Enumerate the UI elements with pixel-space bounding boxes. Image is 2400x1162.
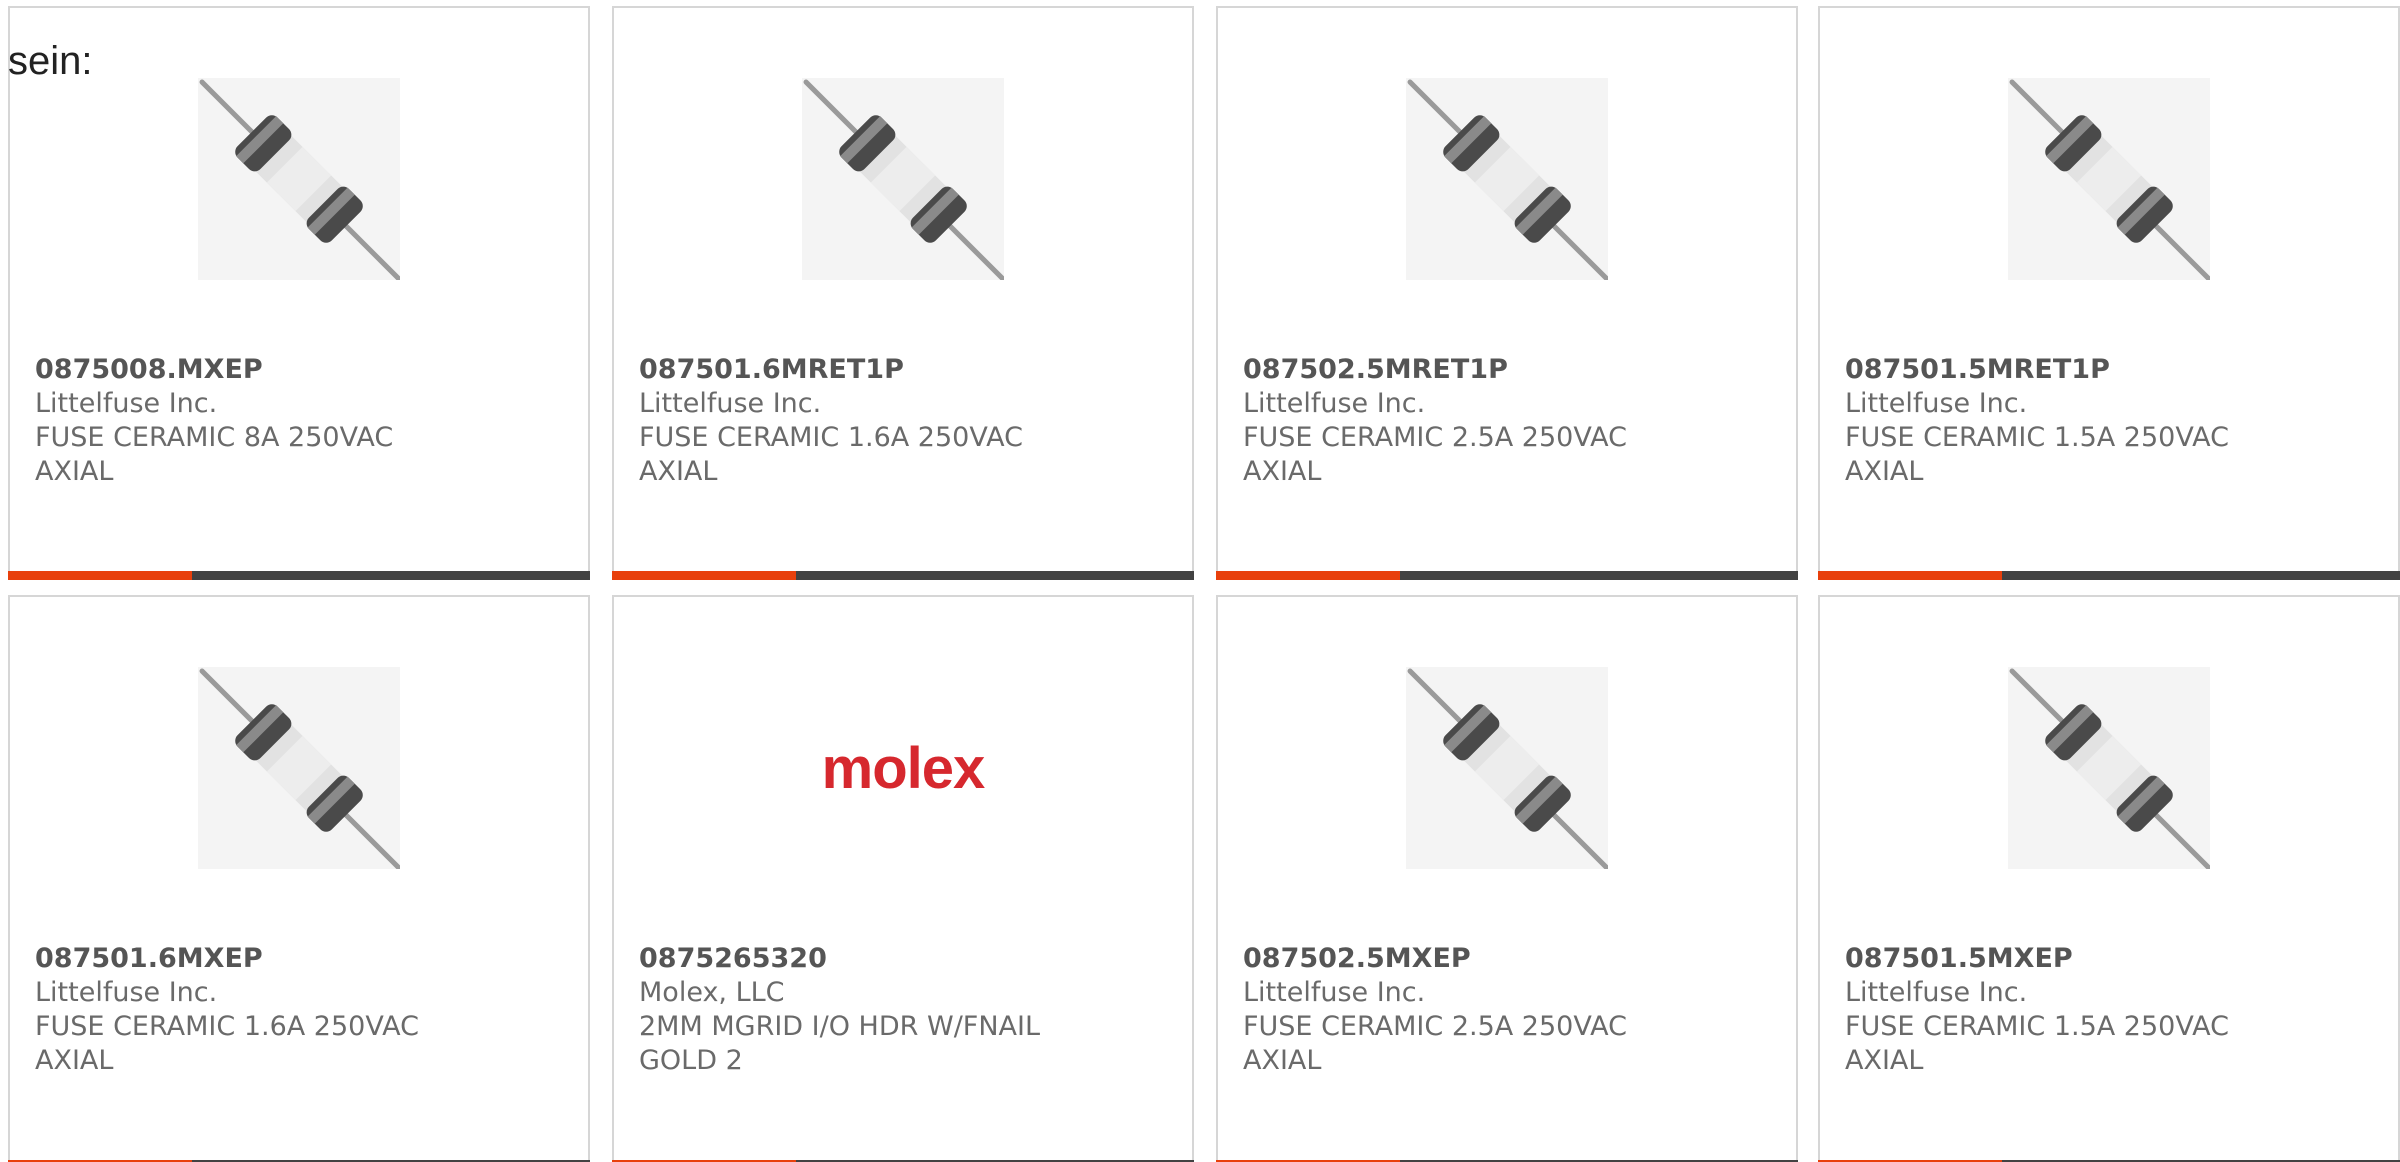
product-image[interactable] [2008,78,2210,280]
product-image[interactable] [1406,78,1608,280]
part-number-link[interactable]: 0875008.MXEP [35,353,455,387]
part-number-link[interactable]: 087502.5MXEP [1243,942,1663,976]
product-card[interactable]: 087502.5MRET1P Littelfuse Inc. FUSE CERA… [1216,6,1798,580]
fuse-icon [802,78,1004,280]
product-card[interactable]: 0875008.MXEP Littelfuse Inc. FUSE CERAMI… [8,6,590,580]
part-number-link[interactable]: 0875265320 [639,942,1059,976]
manufacturer-name: Littelfuse Inc. [1845,977,2028,1008]
product-image[interactable]: molex [802,667,1004,869]
product-image[interactable] [802,78,1004,280]
card-bar-accent [8,571,192,580]
card-bar [1216,571,1798,580]
product-image[interactable] [2008,667,2210,869]
part-number-link[interactable]: 087501.5MRET1P [1845,353,2265,387]
molex-logo: molex [821,735,986,801]
product-image[interactable] [198,78,400,280]
product-description: FUSE CERAMIC 1.6A 250VAC AXIAL [639,422,1023,487]
product-description: FUSE CERAMIC 2.5A 250VAC AXIAL [1243,1011,1627,1076]
product-card[interactable]: 087501.5MXEP Littelfuse Inc. FUSE CERAMI… [1818,595,2400,1162]
part-number-link[interactable]: 087501.5MXEP [1845,942,2265,976]
manufacturer-name: Littelfuse Inc. [35,388,218,419]
manufacturer-name: Littelfuse Inc. [35,977,218,1008]
part-number-link[interactable]: 087501.6MXEP [35,942,455,976]
product-card[interactable]: molex 0875265320 Molex, LLC 2MM MGRID I/… [612,595,1194,1162]
product-image[interactable] [1406,667,1608,869]
fuse-icon [198,667,400,869]
product-description: 2MM MGRID I/O HDR W/FNAIL GOLD 2 [639,1011,1040,1076]
intro-text: sein: [8,39,93,83]
fuse-icon [2008,667,2210,869]
product-card[interactable]: 087501.6MXEP Littelfuse Inc. FUSE CERAMI… [8,595,590,1162]
card-bar [1818,571,2400,580]
fuse-icon [1406,667,1608,869]
fuse-icon [2008,78,2210,280]
product-description: FUSE CERAMIC 1.5A 250VAC AXIAL [1845,1011,2229,1076]
product-description: FUSE CERAMIC 1.6A 250VAC AXIAL [35,1011,419,1076]
card-bar [8,571,590,580]
fuse-icon [198,78,400,280]
card-bar-accent [1216,571,1400,580]
manufacturer-name: Littelfuse Inc. [1243,388,1426,419]
part-number-link[interactable]: 087501.6MRET1P [639,353,1059,387]
manufacturer-name: Littelfuse Inc. [1243,977,1426,1008]
manufacturer-name: Littelfuse Inc. [639,388,822,419]
fuse-icon [1406,78,1608,280]
card-bar [612,571,1194,580]
product-card[interactable]: 087502.5MXEP Littelfuse Inc. FUSE CERAMI… [1216,595,1798,1162]
part-number-link[interactable]: 087502.5MRET1P [1243,353,1663,387]
product-description: FUSE CERAMIC 1.5A 250VAC AXIAL [1845,422,2229,487]
manufacturer-name: Molex, LLC [639,977,785,1008]
product-card[interactable]: 087501.5MRET1P Littelfuse Inc. FUSE CERA… [1818,6,2400,580]
card-bar-accent [1818,571,2002,580]
manufacturer-name: Littelfuse Inc. [1845,388,2028,419]
card-bar-accent [612,571,796,580]
product-image[interactable] [198,667,400,869]
product-description: FUSE CERAMIC 2.5A 250VAC AXIAL [1243,422,1627,487]
product-card[interactable]: 087501.6MRET1P Littelfuse Inc. FUSE CERA… [612,6,1194,580]
product-description: FUSE CERAMIC 8A 250VAC AXIAL [35,422,394,487]
